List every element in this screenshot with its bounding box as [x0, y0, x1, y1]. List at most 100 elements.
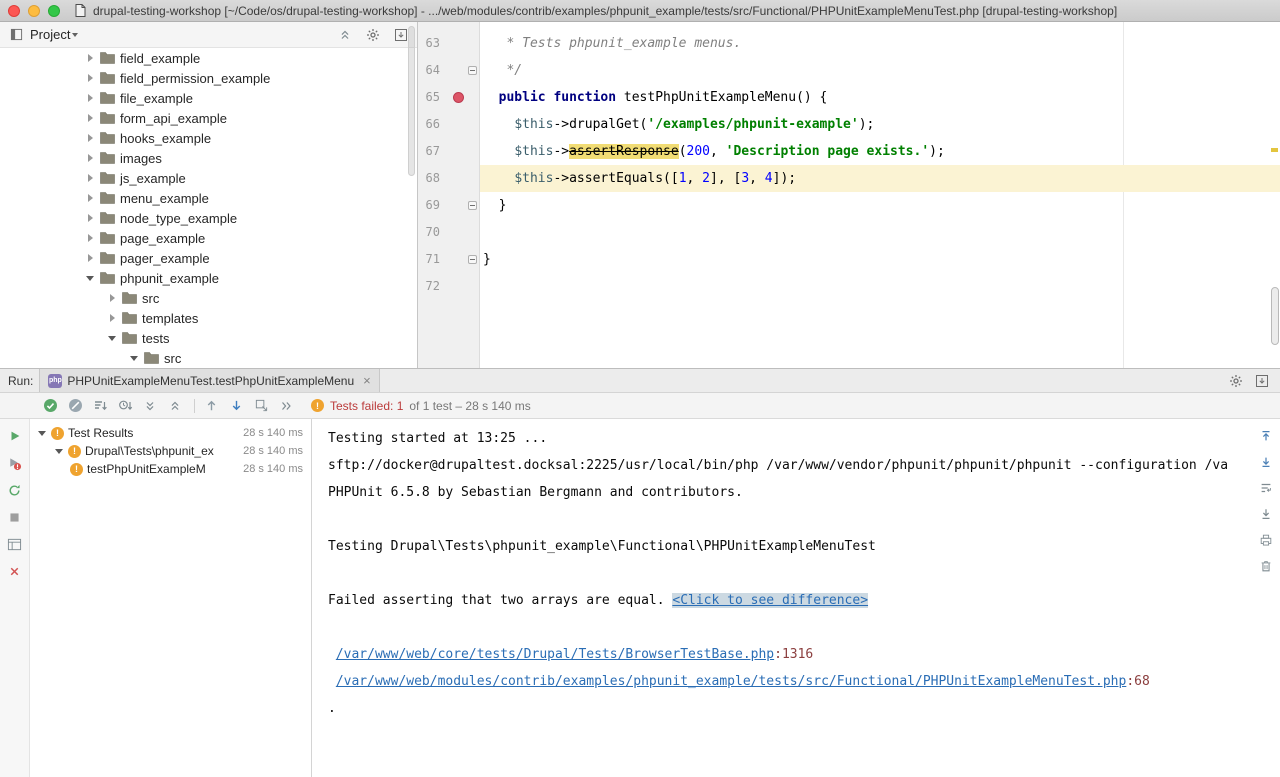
project-tree-item[interactable]: pager_example [0, 248, 417, 268]
chevron-right-icon[interactable] [106, 312, 118, 324]
settings-gear-icon[interactable] [365, 27, 381, 43]
scroll-to-top-icon[interactable] [1258, 428, 1274, 444]
editor-line[interactable]: 64 */ [418, 57, 1280, 84]
clear-all-icon[interactable] [1258, 558, 1274, 574]
folder-icon [99, 250, 115, 266]
project-tree-item[interactable]: phpunit_example [0, 268, 417, 288]
editor-line[interactable]: 65 public function testPhpUnitExampleMen… [418, 84, 1280, 111]
print-icon[interactable] [1258, 532, 1274, 548]
sort-alphabetically-icon[interactable] [92, 398, 108, 414]
chevron-right-icon[interactable] [84, 232, 96, 244]
toolbar-separator [194, 399, 195, 413]
fold-icon[interactable] [468, 66, 477, 75]
scroll-to-bottom-icon[interactable] [1258, 454, 1274, 470]
project-panel-title[interactable]: Project [30, 27, 70, 42]
more-icon[interactable] [278, 398, 294, 414]
folder-icon [121, 330, 137, 346]
fold-icon[interactable] [468, 255, 477, 264]
chevron-right-icon[interactable] [84, 172, 96, 184]
test-tree-item[interactable]: !Test Results28 s 140 ms [30, 424, 311, 442]
code-editor[interactable]: 63 * Tests phpunit_example menus.64 */65… [418, 22, 1280, 368]
chevron-right-icon[interactable] [84, 132, 96, 144]
console-link[interactable]: <Click to see difference> [672, 593, 868, 608]
chevron-right-icon[interactable] [84, 92, 96, 104]
chevron-right-icon[interactable] [84, 252, 96, 264]
folder-icon [99, 190, 115, 206]
project-tree-item[interactable]: hooks_example [0, 128, 417, 148]
chevron-right-icon[interactable] [84, 52, 96, 64]
collapse-all-icon[interactable] [337, 27, 353, 43]
project-tree-item[interactable]: field_example [0, 48, 417, 68]
zoom-window-button[interactable] [48, 5, 60, 17]
soft-wrap-icon[interactable] [1258, 480, 1274, 496]
editor-line[interactable]: 63 * Tests phpunit_example menus. [418, 30, 1280, 57]
project-tree-item[interactable]: src [0, 288, 417, 308]
close-tab-icon[interactable]: × [363, 374, 371, 387]
chevron-right-icon[interactable] [84, 152, 96, 164]
restore-layout-icon[interactable] [7, 536, 23, 552]
chevron-right-icon[interactable] [84, 112, 96, 124]
rerun-failed-tests-icon[interactable] [7, 455, 23, 471]
project-tree-item[interactable]: menu_example [0, 188, 417, 208]
close-icon[interactable] [7, 563, 23, 579]
close-window-button[interactable] [8, 5, 20, 17]
test-results-tree: !Test Results28 s 140 ms!Drupal\Tests\ph… [30, 419, 311, 777]
editor-scrollbar[interactable] [1271, 287, 1279, 345]
rerun-tests-icon[interactable] [7, 428, 23, 444]
project-tree-item[interactable]: field_permission_example [0, 68, 417, 88]
project-tree-item[interactable]: file_example [0, 88, 417, 108]
title-bar: drupal-testing-workshop [~/Code/os/drupa… [0, 0, 1280, 22]
editor-line[interactable]: 68 $this->assertEquals([1, 2], [3, 4]); [418, 165, 1280, 192]
collapse-all-icon[interactable] [167, 398, 183, 414]
editor-line[interactable]: 69 } [418, 192, 1280, 219]
show-passed-icon[interactable] [42, 398, 58, 414]
show-ignored-icon[interactable] [67, 398, 83, 414]
chevron-right-icon[interactable] [106, 292, 118, 304]
settings-gear-icon[interactable] [1228, 373, 1244, 389]
chevron-down-icon[interactable] [128, 352, 140, 364]
fold-icon[interactable] [468, 201, 477, 210]
project-tree-item[interactable]: src [0, 348, 417, 368]
project-tree-item[interactable]: js_example [0, 168, 417, 188]
run-tab[interactable]: php PHPUnitExampleMenuTest.testPhpUnitEx… [39, 369, 379, 392]
minimize-window-button[interactable] [28, 5, 40, 17]
project-tree-item[interactable]: tests [0, 328, 417, 348]
chevron-right-icon[interactable] [84, 72, 96, 84]
chevron-down-icon[interactable] [84, 272, 96, 284]
import-test-results-icon[interactable] [253, 398, 269, 414]
project-tree-item[interactable]: images [0, 148, 417, 168]
hide-panel-icon[interactable] [393, 27, 409, 43]
editor-line[interactable]: 71} [418, 246, 1280, 273]
project-tree-item[interactable]: node_type_example [0, 208, 417, 228]
editor-line[interactable]: 72 [418, 273, 1280, 300]
chevron-down-icon[interactable] [72, 33, 78, 37]
previous-failed-test-icon[interactable] [203, 398, 219, 414]
chevron-right-icon[interactable] [84, 192, 96, 204]
failed-test-gutter-icon[interactable] [453, 92, 464, 103]
console-link[interactable]: /var/www/web/core/tests/Drupal/Tests/Bro… [336, 647, 774, 662]
stop-icon[interactable] [7, 509, 23, 525]
hide-panel-icon[interactable] [1254, 373, 1270, 389]
expand-all-icon[interactable] [142, 398, 158, 414]
console-link[interactable]: /var/www/web/modules/contrib/examples/ph… [336, 674, 1127, 689]
toggle-auto-test-icon[interactable] [7, 482, 23, 498]
project-tree-item[interactable]: form_api_example [0, 108, 417, 128]
editor-line[interactable]: 67 $this->assertResponse(200, 'Descripti… [418, 138, 1280, 165]
editor-line[interactable]: 66 $this->drupalGet('/examples/phpunit-e… [418, 111, 1280, 138]
test-console[interactable]: Testing started at 13:25 ...sftp://docke… [311, 419, 1280, 777]
test-failed-icon: ! [70, 463, 83, 476]
editor-line[interactable]: 70 [418, 219, 1280, 246]
test-tree-item[interactable]: !testPhpUnitExampleM28 s 140 ms [30, 460, 311, 478]
test-tree-item[interactable]: !Drupal\Tests\phpunit_ex28 s 140 ms [30, 442, 311, 460]
scroll-to-end-icon[interactable] [1258, 506, 1274, 522]
project-scrollbar[interactable] [408, 26, 415, 176]
sort-by-duration-icon[interactable] [117, 398, 133, 414]
next-failed-test-icon[interactable] [228, 398, 244, 414]
warning-stripe-mark[interactable] [1271, 148, 1278, 152]
chevron-down-icon[interactable] [36, 427, 48, 439]
chevron-down-icon[interactable] [106, 332, 118, 344]
chevron-down-icon[interactable] [53, 445, 65, 457]
chevron-right-icon[interactable] [84, 212, 96, 224]
project-tree-item[interactable]: templates [0, 308, 417, 328]
project-tree-item[interactable]: page_example [0, 228, 417, 248]
